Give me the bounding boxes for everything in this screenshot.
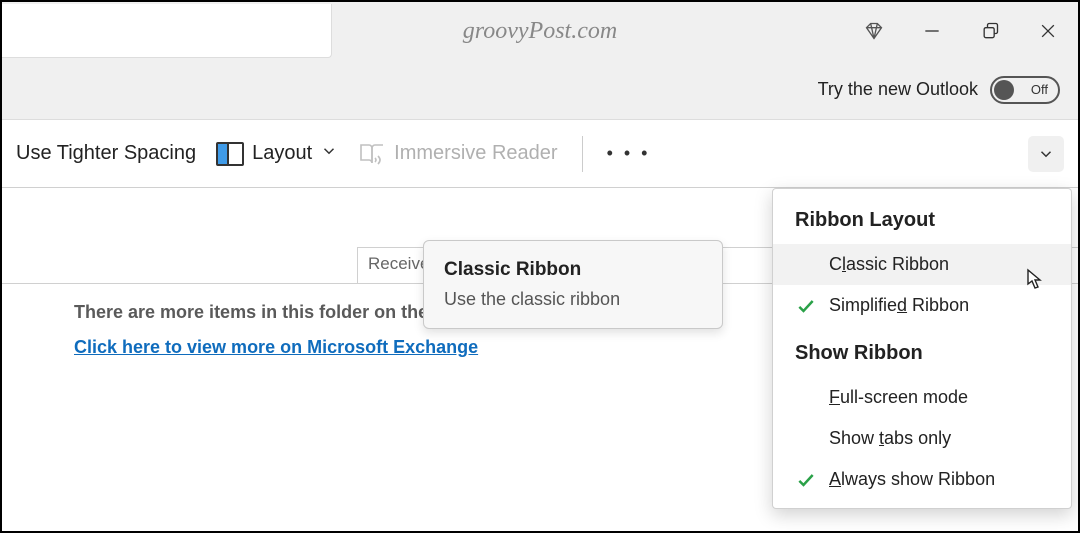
tighter-spacing-button[interactable]: Use Tighter Spacing	[6, 136, 206, 171]
menu-item-label: Show tabs only	[829, 428, 1049, 449]
menu-item-label: Simplified Ribbon	[829, 295, 1049, 316]
tooltip-description: Use the classic ribbon	[444, 289, 702, 310]
menu-item-label: Full-screen mode	[829, 387, 1049, 408]
toggle-state-label: Off	[1031, 82, 1048, 97]
layout-button[interactable]: Layout	[206, 136, 348, 172]
window-controls	[864, 21, 1058, 41]
menu-heading-show-ribbon: Show Ribbon	[773, 326, 1071, 377]
immersive-reader-label: Immersive Reader	[394, 142, 557, 165]
menu-heading-ribbon-layout: Ribbon Layout	[773, 203, 1071, 244]
layout-icon	[216, 142, 244, 166]
ribbon-separator	[582, 136, 583, 172]
toggle-knob	[994, 80, 1014, 100]
content-area: Receive There are more items in this fol…	[2, 188, 1078, 531]
immersive-reader-button[interactable]: Immersive Reader	[348, 135, 567, 173]
view-more-exchange-link[interactable]: Click here to view more on Microsoft Exc…	[74, 337, 478, 358]
menu-item-label: Always show Ribbon	[829, 469, 1049, 490]
title-bar: groovyPost.com	[2, 2, 1078, 60]
menu-item-tabs-only[interactable]: Show tabs only	[773, 418, 1071, 459]
more-commands-button[interactable]: • • •	[597, 137, 661, 170]
layout-label: Layout	[252, 142, 312, 165]
menu-item-classic-ribbon[interactable]: Classic Ribbon	[773, 244, 1071, 285]
minimize-icon[interactable]	[922, 21, 942, 41]
checkmark-icon	[795, 296, 817, 316]
close-icon[interactable]	[1038, 21, 1058, 41]
classic-ribbon-tooltip: Classic Ribbon Use the classic ribbon	[423, 240, 723, 329]
chevron-down-icon	[320, 142, 338, 166]
maximize-icon[interactable]	[980, 21, 1000, 41]
watermark-text: groovyPost.com	[463, 18, 617, 45]
try-new-outlook-bar: Try the new Outlook Off	[2, 60, 1078, 120]
ribbon-options-menu: Ribbon Layout Classic Ribbon Simplified …	[772, 188, 1072, 509]
premium-diamond-icon[interactable]	[864, 21, 884, 41]
try-new-toggle[interactable]: Off	[990, 76, 1060, 104]
menu-item-fullscreen[interactable]: Full-screen mode	[773, 377, 1071, 418]
menu-item-label: Classic Ribbon	[829, 254, 1049, 275]
ribbon-toolbar: Use Tighter Spacing Layout Immersive Rea…	[2, 120, 1078, 188]
checkmark-icon	[795, 470, 817, 490]
menu-item-always-show[interactable]: Always show Ribbon	[773, 459, 1071, 500]
tooltip-title: Classic Ribbon	[444, 259, 702, 281]
menu-item-simplified-ribbon[interactable]: Simplified Ribbon	[773, 285, 1071, 326]
tighter-spacing-label: Use Tighter Spacing	[16, 142, 196, 165]
ribbon-options-chevron[interactable]	[1028, 136, 1064, 172]
try-new-label: Try the new Outlook	[818, 79, 978, 100]
tab-placeholder	[2, 4, 332, 58]
immersive-reader-icon	[358, 141, 386, 167]
